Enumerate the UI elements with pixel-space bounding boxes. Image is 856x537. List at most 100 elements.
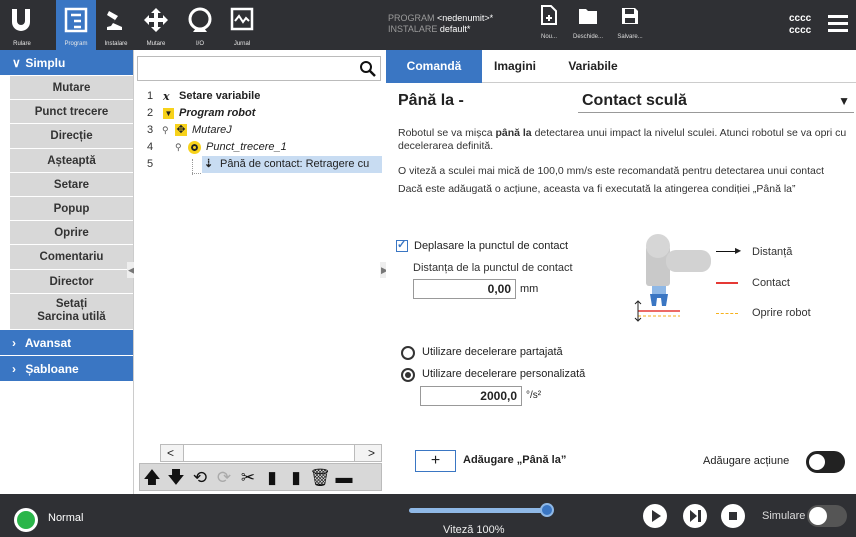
log-icon: [230, 7, 254, 31]
paste-icon[interactable]: ▮: [284, 464, 308, 491]
tree-line[interactable]: 1 x Setare variabile: [134, 88, 384, 105]
speed-slider-fill: [409, 508, 547, 513]
category-advanced[interactable]: › Avansat: [0, 329, 133, 356]
tree-line-text: Până de contact: Retragere cu: [220, 158, 370, 170]
nav-move-label: Mutare: [146, 41, 166, 47]
status-indicator[interactable]: [14, 508, 38, 532]
command-panel: Comandă Imagini Variabile Până la - Cont…: [386, 50, 856, 494]
legend-line-stop: [716, 313, 738, 314]
sidebar-item-popup[interactable]: Popup: [10, 196, 133, 222]
step-icon: [690, 510, 701, 522]
deceleration-field[interactable]: 2000,0: [420, 386, 522, 406]
sidebar-item-move[interactable]: Mutare: [10, 76, 133, 101]
variable-x-icon: x: [163, 90, 170, 103]
sidebar-item-set[interactable]: Setare: [10, 172, 133, 197]
chevron-right-icon: ›: [12, 361, 16, 376]
expander-icon[interactable]: ⚲: [175, 139, 182, 156]
horizontal-scrollbar[interactable]: < >: [160, 444, 382, 462]
tab-variables[interactable]: Variabile: [548, 50, 638, 83]
nav-program[interactable]: Program: [56, 0, 96, 50]
page-title: Până la -: [398, 92, 464, 109]
program-name: <nedenumit>*: [437, 13, 494, 23]
speed-slider-knob[interactable]: [540, 503, 554, 517]
tree-line-text: Setare variabile: [179, 90, 261, 102]
distance-field[interactable]: 0,00: [413, 279, 516, 299]
save-button[interactable]: Salvare...: [609, 0, 651, 50]
add-until-button[interactable]: +: [415, 450, 456, 472]
caret-down-icon: ▼: [838, 94, 850, 108]
open-button[interactable]: Deschide...: [567, 0, 609, 50]
description-text: Robotul se va mișca până la detectarea u…: [398, 127, 848, 153]
sidebar-item-halt[interactable]: Oprire: [10, 221, 133, 246]
category-templates[interactable]: › Șabloane: [0, 355, 133, 382]
move-up-icon[interactable]: 🡅: [140, 464, 164, 491]
desc-bold: până la: [495, 127, 532, 139]
save-button-label: Salvare...: [617, 34, 643, 40]
tab-command[interactable]: Comandă: [386, 50, 482, 83]
step-button[interactable]: [683, 504, 707, 528]
speed-recommendation-text: O viteză a sculei mai mică de 100,0 mm/s…: [398, 165, 825, 177]
sidebar-item-folder[interactable]: Director: [10, 269, 133, 294]
suppress-icon[interactable]: ▬: [332, 464, 356, 491]
deceleration-unit: °/s²: [526, 390, 542, 401]
condition-dropdown[interactable]: Contact sculă ▼: [578, 92, 854, 113]
io-icon: [188, 7, 212, 32]
scroll-right-icon[interactable]: >: [368, 446, 375, 460]
add-action-toggle[interactable]: [806, 451, 845, 473]
sidebar-item-comment[interactable]: Comentariu: [10, 245, 133, 270]
sidebar-item-waypoint[interactable]: Punct trecere: [10, 100, 133, 125]
cut-icon[interactable]: ✂: [236, 464, 260, 491]
chevron-down-icon: ∨: [12, 56, 21, 70]
nav-log[interactable]: Jurnal: [222, 0, 262, 50]
add-action-label: Adăugare acțiune: [703, 455, 790, 467]
sidebar-item-set-payload[interactable]: Setați Sarcina utilă: [10, 293, 133, 330]
nav-run-label: Rulare: [13, 41, 31, 47]
stop-button[interactable]: [721, 504, 745, 528]
scroll-left-icon[interactable]: <: [167, 446, 174, 460]
tab-graphics[interactable]: Imagini: [482, 50, 548, 83]
scrollbar-thumb[interactable]: [183, 445, 355, 461]
hamburger-menu-icon[interactable]: [828, 15, 848, 33]
shared-deceleration-radio[interactable]: [401, 346, 415, 360]
header-bar: Rulare Program Instalare Mutare I/O Jurn…: [0, 0, 856, 50]
custom-deceleration-radio[interactable]: [401, 368, 415, 382]
copy-icon[interactable]: ▮: [260, 464, 284, 491]
installation-icon: [107, 11, 122, 30]
redo-icon[interactable]: ⟳: [212, 464, 236, 491]
move-icon: ✥: [175, 124, 187, 136]
nav-run[interactable]: Rulare: [2, 0, 42, 50]
search-input[interactable]: [137, 56, 381, 81]
line-number: 3: [147, 124, 154, 136]
nav-move[interactable]: Mutare: [136, 0, 176, 50]
undo-icon[interactable]: ⟲: [188, 464, 212, 491]
nav-installation[interactable]: Instalare: [96, 0, 136, 50]
category-advanced-label: Avansat: [24, 335, 72, 350]
simulation-label: Simulare: [762, 510, 806, 522]
speed-slider[interactable]: [409, 503, 554, 517]
simulation-toggle[interactable]: [807, 505, 847, 527]
line-number: 4: [147, 141, 154, 153]
tree-line[interactable]: 5 ⇣ Până de contact: Retragere cu: [134, 156, 384, 173]
new-button[interactable]: Nou...: [528, 0, 570, 50]
category-basic[interactable]: ∨ Simplu: [0, 50, 133, 76]
set-payload-line1: Setați: [55, 297, 88, 310]
legend-contact: Contact: [752, 277, 790, 289]
delete-icon[interactable]: 🗑: [308, 464, 332, 491]
tree-line[interactable]: 3 ⚲ ✥ MutareJ: [134, 122, 384, 139]
move-to-contact-checkbox[interactable]: ✓: [396, 239, 408, 252]
sidebar-item-wait[interactable]: Așteaptă: [10, 148, 133, 173]
move-down-icon[interactable]: 🡇: [164, 464, 188, 491]
legend-distance: Distanță: [752, 246, 793, 258]
desc-part1: Robotul se va mișca: [398, 127, 496, 139]
status-text: Normal: [48, 512, 84, 524]
play-button[interactable]: [643, 504, 667, 528]
sidebar-item-direction[interactable]: Direcție: [10, 124, 133, 149]
tree-line[interactable]: 2 ▼ Program robot: [134, 105, 384, 122]
tree-line[interactable]: 4 ⚲ Punct_trecere_1: [134, 139, 384, 156]
custom-deceleration-label: Utilizare decelerare personalizată: [422, 368, 586, 380]
tree-line-text: Punct_trecere_1: [206, 141, 287, 153]
condition-dropdown-value: Contact sculă: [582, 92, 687, 109]
expander-icon[interactable]: ⚲: [162, 122, 169, 139]
search-icon[interactable]: [359, 60, 376, 77]
nav-io[interactable]: I/O: [180, 0, 220, 50]
